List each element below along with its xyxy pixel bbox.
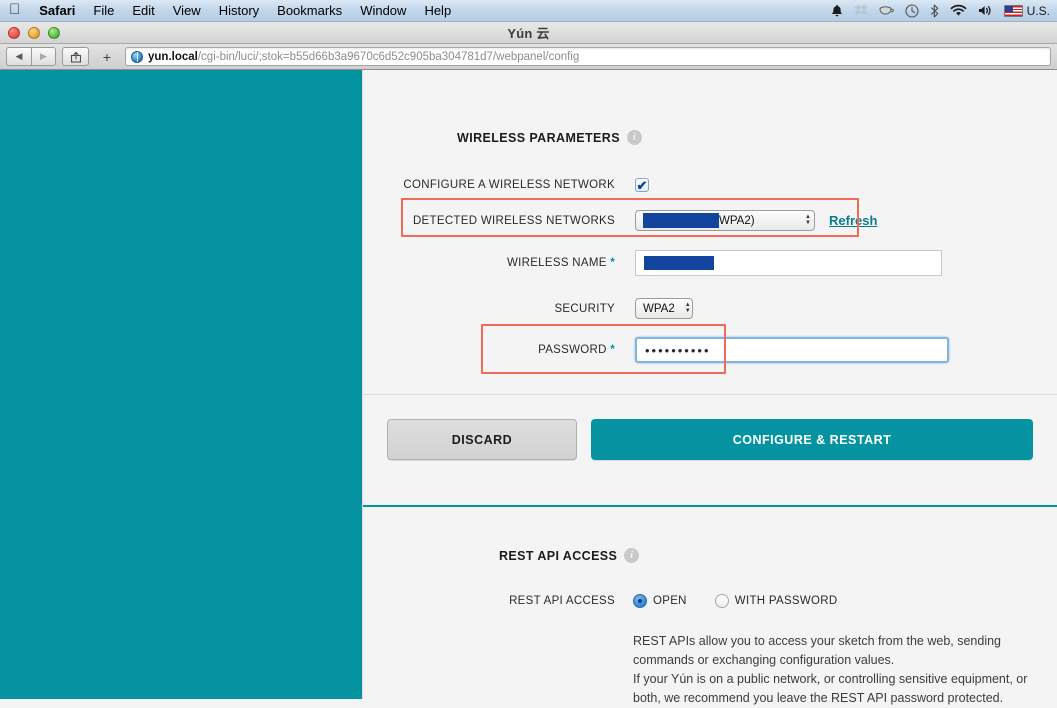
rest-api-open-option[interactable]: OPEN: [633, 594, 687, 608]
page-body: WIRELESS PARAMETERS i CONFIGURE A WIRELE…: [0, 70, 1057, 705]
address-bar[interactable]: yun.local/cgi-bin/luci/;stok=b55d66b3a96…: [125, 47, 1051, 66]
window-title-bar: Yún 云: [0, 22, 1057, 44]
password-required: *: [610, 344, 615, 356]
password-input[interactable]: ••••••••••: [635, 337, 949, 363]
zoom-button[interactable]: [48, 27, 60, 39]
info-icon-rest-api[interactable]: i: [624, 548, 640, 563]
chevron-updown-icon-security: ▲ ▼: [684, 302, 691, 314]
rest-api-password-radio[interactable]: [714, 594, 729, 608]
info-icon[interactable]: i: [626, 130, 642, 145]
menubar-item-file[interactable]: File: [84, 0, 123, 22]
rest-api-description-line-2: commands or exchanging configuration val…: [633, 653, 895, 667]
button-row: DISCARD CONFIGURE & RESTART: [387, 419, 1033, 460]
dropbox-icon[interactable]: [853, 4, 868, 17]
configure-wireless-row: CONFIGURE A WIRELESS NETWORK ✔: [387, 178, 1033, 192]
action-buttons-section: DISCARD CONFIGURE & RESTART: [363, 395, 1057, 484]
forward-button[interactable]: ▶: [31, 47, 56, 66]
wireless-name-label-text: WIRELESS NAME: [506, 257, 607, 269]
wireless-name-required: *: [610, 257, 615, 269]
menubar-item-view[interactable]: View: [164, 0, 210, 22]
detected-networks-value: WPA2): [719, 214, 755, 227]
us-flag-icon[interactable]: [1003, 4, 1023, 17]
navigation-buttons: ◀ ▶: [6, 47, 56, 66]
url-host: yun.local: [148, 50, 198, 63]
volume-icon[interactable]: [978, 4, 993, 17]
rest-api-access-label: REST API ACCESS: [509, 595, 615, 607]
bluetooth-icon[interactable]: [930, 3, 939, 18]
share-button[interactable]: [62, 47, 89, 66]
rest-api-password-option[interactable]: WITH PASSWORD: [714, 594, 838, 608]
rest-api-open-radio[interactable]: [633, 594, 647, 608]
sidebar-panel: [0, 70, 362, 699]
wireless-name-row: WIRELESS NAME *: [387, 250, 1033, 276]
rest-api-section-title: REST API ACCESS: [499, 548, 618, 563]
security-row: SECURITY WPA2 ▲ ▼: [387, 298, 1033, 319]
close-button[interactable]: [8, 27, 20, 39]
detected-networks-row: DETECTED WIRELESS NETWORKS WPA2) ▲ ▼ Refr…: [387, 210, 1033, 231]
menubar-item-safari[interactable]: Safari: [30, 0, 84, 22]
menubar-item-bookmarks[interactable]: Bookmarks: [268, 0, 351, 22]
window-controls: [8, 27, 60, 39]
rest-api-section: REST API ACCESS i REST API ACCESS OPEN W…: [363, 507, 1057, 708]
apple-logo-icon[interactable]: : [9, 2, 20, 17]
rest-api-open-label: OPEN: [653, 595, 687, 607]
chevron-updown-icon: ▲ ▼: [805, 214, 811, 226]
coffee-cup-icon[interactable]: [879, 4, 894, 17]
back-button[interactable]: ◀: [6, 47, 31, 66]
password-label-text: PASSWORD: [538, 344, 607, 356]
url-text: yun.local/cgi-bin/luci/;stok=b55d66b3a96…: [148, 51, 579, 63]
configure-wireless-checkbox[interactable]: ✔: [635, 178, 649, 192]
menubar-item-window[interactable]: Window: [351, 0, 415, 22]
refresh-link[interactable]: Refresh: [829, 213, 877, 228]
discard-button[interactable]: DISCARD: [387, 419, 577, 460]
menubar-item-edit[interactable]: Edit: [123, 0, 163, 22]
security-select[interactable]: WPA2 ▲ ▼: [635, 298, 693, 319]
wireless-section-heading: WIRELESS PARAMETERS i: [457, 130, 1033, 145]
wireless-name-label: WIRELESS NAME *: [387, 257, 615, 269]
wireless-name-input[interactable]: [635, 250, 942, 276]
rest-api-heading: REST API ACCESS i: [499, 548, 1033, 563]
rest-api-password-label: WITH PASSWORD: [734, 595, 838, 607]
detected-networks-select[interactable]: WPA2) ▲ ▼: [635, 210, 815, 231]
menubar-status-area: U.S.: [831, 4, 1057, 18]
security-value: WPA2: [643, 302, 675, 315]
configure-restart-button[interactable]: CONFIGURE & RESTART: [591, 419, 1033, 460]
minimize-button[interactable]: [28, 27, 40, 39]
time-machine-icon[interactable]: [905, 3, 919, 18]
wireless-section-title: WIRELESS PARAMETERS: [457, 130, 620, 145]
browser-toolbar: ◀ ▶ + yun.local/cgi-bin/luci/;stok=b55d6…: [0, 44, 1057, 70]
main-content: WIRELESS PARAMETERS i CONFIGURE A WIRELE…: [362, 70, 1057, 705]
redacted-network-name: [643, 213, 719, 228]
wireless-parameters-section: WIRELESS PARAMETERS i CONFIGURE A WIRELE…: [363, 70, 1057, 374]
redacted-wireless-name: [644, 256, 714, 270]
detected-networks-label: DETECTED WIRELESS NETWORKS: [412, 214, 615, 227]
security-label: SECURITY: [554, 302, 615, 315]
new-tab-button[interactable]: +: [95, 47, 119, 66]
rest-api-access-row: REST API ACCESS OPEN WITH PASSWORD: [387, 594, 1033, 608]
bell-icon[interactable]: [831, 4, 843, 17]
rest-api-description: REST APIs allow you to access your sketc…: [633, 632, 1033, 708]
url-path: /cgi-bin/luci/;stok=b55d66b3a9670c6d52c9…: [197, 50, 580, 63]
menubar-item-history[interactable]: History: [210, 0, 268, 22]
rest-api-description-line-1: REST APIs allow you to access your sketc…: [633, 634, 1001, 648]
menubar-language-label[interactable]: U.S.: [1027, 4, 1050, 18]
wifi-icon[interactable]: [950, 4, 967, 17]
macos-menu-bar:  Safari File Edit View History Bookmark…: [0, 0, 1057, 22]
password-value: ••••••••••: [645, 342, 711, 358]
rest-api-description-line-3: If your Yún is on a public network, or c…: [633, 672, 1028, 686]
window-title: Yún 云: [507, 26, 550, 41]
globe-icon: [131, 50, 143, 63]
configure-wireless-label: CONFIGURE A WIRELESS NETWORK: [403, 179, 615, 191]
password-row: PASSWORD * ••••••••••: [387, 337, 1033, 363]
menubar-item-help[interactable]: Help: [415, 0, 460, 22]
password-label: PASSWORD *: [387, 344, 615, 356]
